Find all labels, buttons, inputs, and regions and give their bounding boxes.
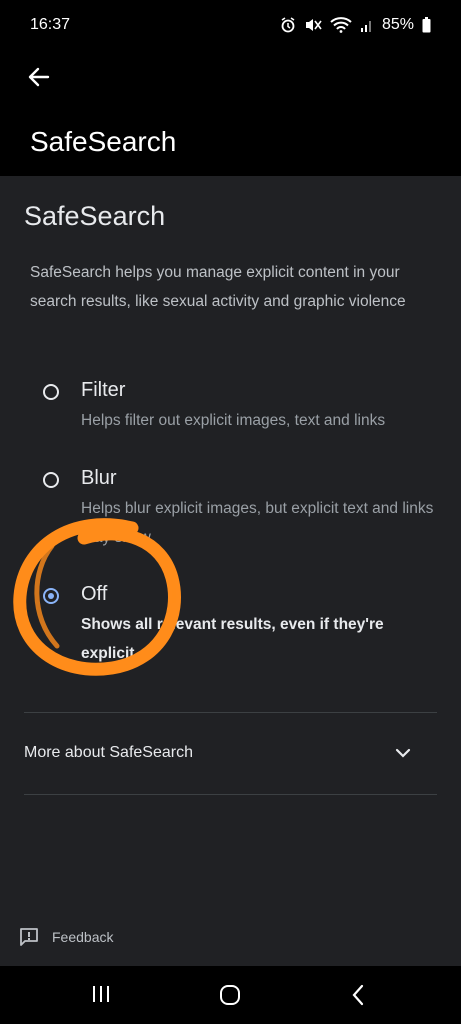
- back-nav-icon[interactable]: [350, 984, 366, 1006]
- main-content: SafeSearch SafeSearch helps you manage e…: [0, 176, 461, 966]
- arrow-left-icon: [28, 67, 50, 87]
- mute-icon: [305, 19, 322, 31]
- option-blur[interactable]: Blur Helps blur explicit images, but exp…: [0, 463, 461, 553]
- recents-icon[interactable]: [91, 984, 111, 1004]
- option-off[interactable]: Off Shows all relevant results, even if …: [0, 579, 461, 669]
- option-blur-description: Helps blur explicit images, but explicit…: [81, 500, 434, 546]
- status-bar: 16:37 85%: [0, 0, 461, 52]
- home-icon[interactable]: [219, 984, 241, 1006]
- feedback-label: Feedback: [52, 929, 114, 945]
- alarm-icon: [281, 17, 295, 33]
- option-filter-label: Filter: [81, 379, 126, 401]
- feedback-icon: [20, 928, 38, 946]
- page-title: SafeSearch: [24, 201, 166, 231]
- battery-icon: [422, 17, 431, 33]
- option-off-description: Shows all relevant results, even if they…: [81, 616, 384, 662]
- battery-percent: 85%: [381, 16, 414, 33]
- back-button[interactable]: [24, 62, 54, 92]
- radio-off[interactable]: [43, 588, 59, 604]
- chevron-down-icon: [395, 748, 411, 758]
- app-bar: SafeSearch: [0, 52, 461, 176]
- option-filter[interactable]: Filter Helps filter out explicit images,…: [0, 375, 461, 453]
- radio-blur[interactable]: [43, 472, 59, 488]
- app-bar-title: SafeSearch: [30, 126, 177, 157]
- option-off-label: Off: [81, 583, 108, 605]
- more-about-safesearch-row[interactable]: More about SafeSearch: [0, 714, 461, 794]
- status-icons: 85%: [280, 16, 431, 34]
- more-about-label: More about SafeSearch: [24, 744, 193, 761]
- signal-icon: [360, 21, 371, 32]
- option-blur-label: Blur: [81, 467, 117, 489]
- divider: [24, 712, 437, 713]
- option-filter-description: Helps filter out explicit images, text a…: [81, 412, 386, 429]
- safesearch-description: SafeSearch helps you manage explicit con…: [30, 264, 406, 310]
- system-nav-bar: [0, 966, 461, 1024]
- divider: [24, 794, 437, 795]
- wifi-icon: [330, 17, 352, 33]
- feedback-button[interactable]: Feedback: [18, 926, 113, 948]
- radio-filter[interactable]: [43, 384, 59, 400]
- status-time: 16:37: [30, 16, 71, 33]
